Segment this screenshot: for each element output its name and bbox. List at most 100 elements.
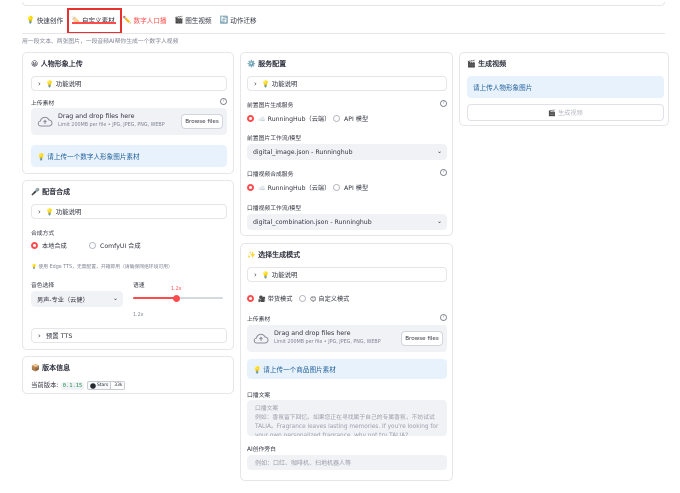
feature-expander[interactable]: › 💡 功能说明 <box>31 76 227 91</box>
chevron-right-icon: › <box>254 79 257 88</box>
dropzone-limits: Limit 200MB per file • JPG, JPEG, PNG, W… <box>58 123 165 128</box>
highlight-box <box>67 8 122 34</box>
radio-dot <box>247 115 254 122</box>
cloud-upload-icon <box>37 116 53 127</box>
stars-label: Stars <box>97 383 109 388</box>
version-line: 当前版本: 0.1.15 <box>31 380 85 390</box>
feature-expander[interactable]: › 💡 功能说明 <box>247 267 447 282</box>
tab-label: 图生视频 <box>185 17 212 25</box>
app-root: 💡 快速创作 🏷️ 自定义素材 ✏️ 数字人口播 🎬 图生视频 🔄 动作迁移 用一段文本、… <box>0 0 680 493</box>
preset-tts-expander[interactable]: › 预置 TTS <box>31 328 227 343</box>
expander-label: 💡 功能说明 <box>45 208 82 216</box>
generation-mode-card: ✨ 选择生成模式 › 💡 功能说明 🎥 带货模式 😊 自定义模式 上传素材 ? D… <box>240 243 453 481</box>
expander-label: 💡 功能说明 <box>261 271 298 279</box>
expander-label: 预置 TTS <box>45 332 73 340</box>
page-subtitle: 用一段文本、两张图片，一段音频AI帮你生成一个数字人视频 <box>22 39 179 45</box>
radio-combo-runninghub[interactable]: ☁️ RunningHub（云端） <box>247 183 330 192</box>
radio-dot <box>89 242 96 249</box>
tab-label: 动作迁移 <box>230 17 257 25</box>
tab-image-to-video[interactable]: 🎬 图生视频 <box>170 9 215 31</box>
radio-pre-runninghub[interactable]: ☁️ RunningHub（云端） <box>247 114 330 123</box>
version-number: 0.1.15 <box>60 382 85 390</box>
refresh-icon: 🔄 <box>219 16 229 24</box>
info-alert: 💡 请上传一个商品图片素材 <box>247 359 447 379</box>
tab-bar: 💡 快速创作 🏷️ 自定义素材 ✏️ 数字人口播 🎬 图生视频 🔄 动作迁移 <box>22 9 261 33</box>
radio-label: API 模型 <box>344 116 369 123</box>
radio-comfyui[interactable]: ComfyUI 合成 <box>89 241 141 250</box>
help-icon[interactable]: ? <box>440 100 447 107</box>
radio-combo-api[interactable]: API 模型 <box>333 183 368 192</box>
combo-workflow-select[interactable]: digital_combination.json - Runninghub ⌄ <box>247 214 447 230</box>
bulb-icon: 💡 <box>26 16 35 24</box>
file-dropzone[interactable]: Drag and drop files here Limit 200MB per… <box>31 108 227 135</box>
dropzone-limits: Limit 200MB per file • JPG, JPEG, PNG, W… <box>274 340 381 345</box>
dropzone-title: Drag and drop files here <box>58 113 135 120</box>
speed-slider-thumb[interactable] <box>172 294 180 302</box>
dropzone-title: Drag and drop files here <box>274 330 351 337</box>
feature-expander[interactable]: › 💡 功能说明 <box>247 76 447 91</box>
upload-label: 上传素材 <box>247 317 271 323</box>
radio-custom-mode[interactable]: 😊 自定义模式 <box>299 294 349 303</box>
radio-dot <box>247 184 254 191</box>
radio-label: 😊 自定义模式 <box>310 296 350 303</box>
tab-label: 数字人口播 <box>133 17 167 25</box>
file-dropzone[interactable]: Drag and drop files here Limit 200MB per… <box>247 325 447 352</box>
radio-local[interactable]: 本地合成 <box>31 241 67 250</box>
clapper-icon: 🎬 <box>174 16 184 24</box>
card-title: ⚙️ 服务配置 <box>247 60 287 68</box>
tab-digital-human[interactable]: ✏️ 数字人口播 <box>119 9 171 31</box>
speed-label: 语速 <box>133 283 145 289</box>
chevron-down-icon: ⌄ <box>436 218 442 225</box>
radio-dot <box>31 242 38 249</box>
radio-dot <box>333 184 340 191</box>
radio-label: 🎥 带货模式 <box>258 296 293 303</box>
info-alert: 💡 请上传一个数字人形象图片素材 <box>31 145 227 167</box>
help-icon[interactable]: ? <box>440 169 447 176</box>
pre-service-label: 前置图片生成服务 <box>247 103 294 109</box>
generate-video-button[interactable]: 🎬 生成视频 <box>467 104 664 121</box>
script-label: 口播文案 <box>247 393 271 399</box>
expander-label: 💡 功能说明 <box>45 80 82 88</box>
card-title: 🎤 配音合成 <box>31 188 71 196</box>
ai-narration-label: AI创作旁白 <box>247 447 276 453</box>
chevron-right-icon: › <box>38 331 41 340</box>
feature-expander[interactable]: › 💡 功能说明 <box>31 204 227 219</box>
version-label: 当前版本: <box>31 381 59 389</box>
card-title: 📦 版本信息 <box>31 364 71 372</box>
chevron-down-icon: ⌄ <box>436 148 442 155</box>
dubbing-card: 🎤 配音合成 › 💡 功能说明 合成方式 本地合成 ComfyUI 合成 💡 使用… <box>22 180 234 350</box>
select-value: digital_image.json - Runninghub <box>253 148 353 156</box>
tab-motion-transfer[interactable]: 🔄 动作迁移 <box>216 9 261 31</box>
chevron-right-icon: › <box>254 270 257 279</box>
browse-files-button[interactable]: Browse files <box>181 114 223 129</box>
card-title: 🎬 生成视频 <box>467 60 507 68</box>
method-caption: 💡 使用 Edge TTS，无需配置，开箱即用（请确保网络环境可用） <box>31 265 173 270</box>
github-stars-badge[interactable]: Stars 33k <box>87 381 125 390</box>
cloud-upload-icon <box>253 333 269 344</box>
help-icon[interactable]: ? <box>220 98 227 105</box>
method-label: 合成方式 <box>31 231 55 237</box>
radio-dot <box>333 115 340 122</box>
combo-service-label: 口播视频合成服务 <box>247 172 294 178</box>
service-config-card: ⚙️ 服务配置 › 💡 功能说明 前置图片生成服务 ? ☁️ RunningHub… <box>240 52 453 236</box>
combo-workflow-label: 口播视频工作流/模型 <box>247 206 302 212</box>
tab-quick-create[interactable]: 💡 快速创作 <box>22 9 67 31</box>
ai-narration-input[interactable]: 例如：口红、咖啡机、扫地机器人等 <box>247 455 447 470</box>
chevron-down-icon: ⌄ <box>112 295 118 302</box>
script-textarea[interactable]: 口播文案 例如：香氛留下回忆。如果您正在寻找属于自己的专属香氛，不妨试试 TAL… <box>247 400 447 436</box>
card-title: ✨ 选择生成模式 <box>247 251 301 259</box>
radio-pre-api[interactable]: API 模型 <box>333 114 368 123</box>
browse-files-button[interactable]: Browse files <box>401 331 443 346</box>
avatar-upload-card: 😀 人物形象上传 › 💡 功能说明 上传素材 ? Drag and drop fi… <box>22 52 234 174</box>
stars-count: 33k <box>111 382 124 389</box>
pencil-icon: ✏️ <box>122 16 132 24</box>
radio-label: ☁️ RunningHub（云端） <box>258 116 331 123</box>
help-icon[interactable]: ? <box>440 314 447 321</box>
pre-workflow-select[interactable]: digital_image.json - Runninghub ⌄ <box>247 144 447 160</box>
voice-select[interactable]: 男声-专业（云健） ⌄ <box>31 291 123 307</box>
top-bar <box>22 2 665 6</box>
tab-divider <box>22 33 665 34</box>
radio-label: ComfyUI 合成 <box>100 243 141 250</box>
radio-sales-mode[interactable]: 🎥 带货模式 <box>247 294 292 303</box>
tab-label: 快速创作 <box>36 17 64 25</box>
